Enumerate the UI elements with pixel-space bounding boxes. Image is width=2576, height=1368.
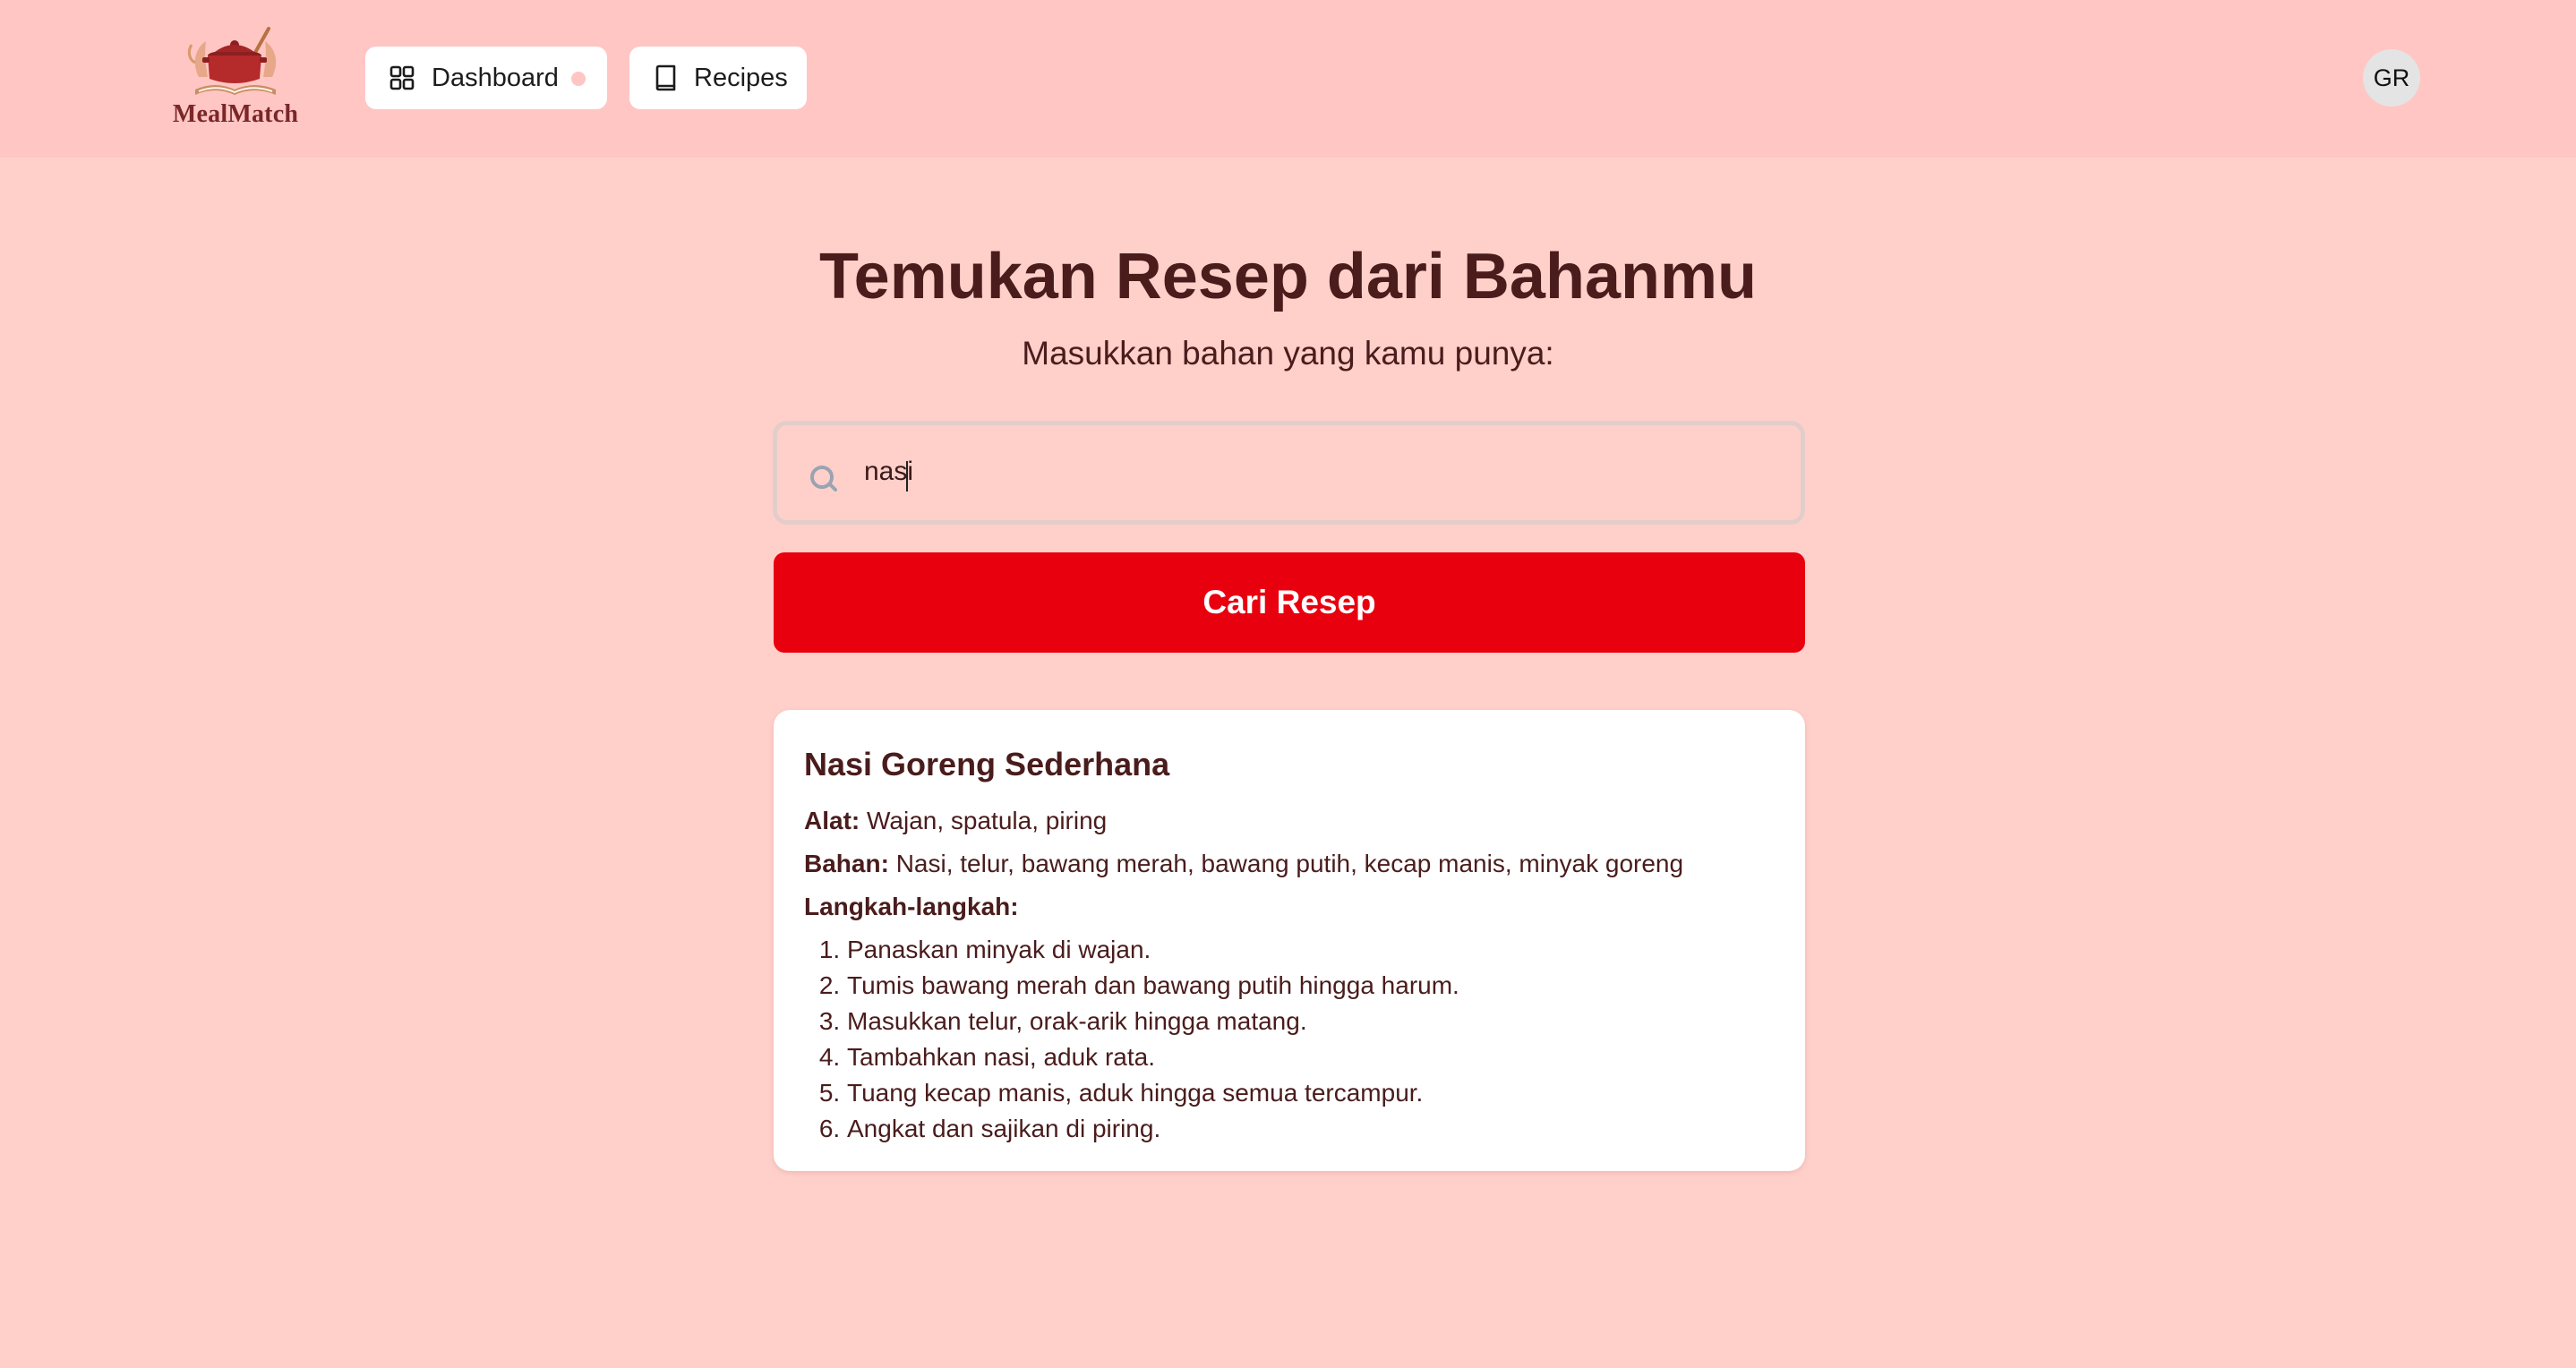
nav-dashboard-button[interactable]: Dashboard — [365, 47, 607, 109]
top-navigation-bar: MealMatch Dashboard Recipes GR — [0, 0, 2576, 158]
recipe-title: Nasi Goreng Sederhana — [804, 746, 1170, 782]
list-item: Masukkan telur, orak-arik hingga matang. — [847, 1004, 1775, 1039]
ingredients-label: Bahan: — [804, 850, 889, 877]
nav-dashboard-label: Dashboard — [432, 63, 559, 92]
list-item: Tumis bawang merah dan bawang putih hing… — [847, 968, 1775, 1004]
ingredient-search-input[interactable] — [862, 447, 1758, 497]
ingredient-search-box[interactable] — [773, 421, 1805, 525]
nav-recipes-button[interactable]: Recipes — [629, 47, 807, 109]
tools-value: Wajan, spatula, piring — [867, 807, 1108, 834]
mealmatch-logo[interactable]: MealMatch — [167, 23, 304, 133]
search-recipe-button[interactable]: Cari Resep — [774, 552, 1805, 653]
user-avatar[interactable]: GR — [2363, 49, 2420, 107]
nav-recipes-label: Recipes — [694, 63, 788, 92]
list-item: Angkat dan sajikan di piring. — [847, 1111, 1775, 1147]
grid-icon — [389, 64, 415, 91]
active-indicator-dot — [571, 72, 586, 86]
steps-label: Langkah-langkah: — [804, 893, 1019, 920]
book-icon — [653, 64, 678, 91]
steps-list: Panaskan minyak di wajan. Tumis bawang m… — [804, 932, 1775, 1147]
brand-name: MealMatch — [172, 100, 299, 128]
cooking-pot-icon — [187, 27, 277, 95]
recipe-ingredients: Bahan: Nasi, telur, bawang merah, bawang… — [804, 842, 1775, 885]
list-item: Tambahkan nasi, aduk rata. — [847, 1039, 1775, 1075]
ingredients-value: Nasi, telur, bawang merah, bawang putih,… — [895, 850, 1684, 877]
list-item: Tuang kecap manis, aduk hingga semua ter… — [847, 1075, 1775, 1111]
page-title: Temukan Resep dari Bahanmu — [819, 241, 1757, 312]
recipe-result-card: Nasi Goreng Sederhana Alat: Wajan, spatu… — [774, 710, 1805, 1171]
page-subtitle: Masukkan bahan yang kamu punya: — [1022, 335, 1554, 372]
search-icon — [808, 461, 840, 498]
recipe-tools: Alat: Wajan, spatula, piring — [804, 799, 1775, 842]
list-item: Panaskan minyak di wajan. — [847, 932, 1775, 968]
text-caret — [906, 461, 908, 492]
tools-label: Alat: — [804, 807, 860, 834]
